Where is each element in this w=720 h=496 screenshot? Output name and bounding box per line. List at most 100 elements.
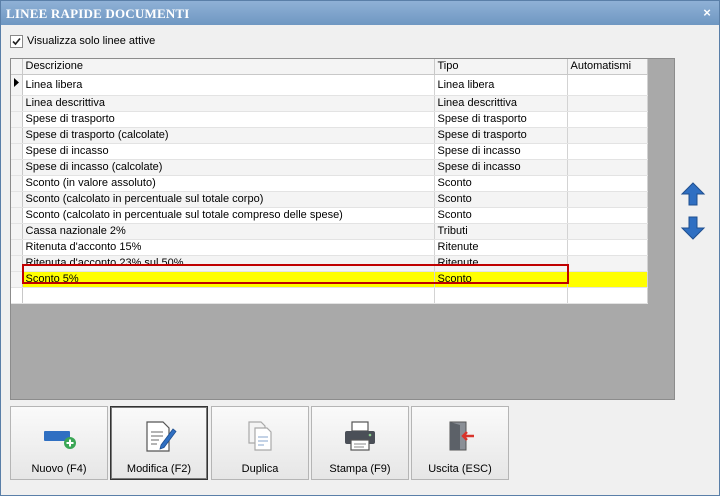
row-indicator-header	[11, 59, 23, 75]
cell-descrizione[interactable]: Spese di trasporto (calcolate)	[22, 127, 435, 144]
move-down-button[interactable]	[680, 215, 706, 241]
cell-tipo[interactable]: Sconto	[434, 207, 568, 224]
cell-tipo[interactable]: Spese di incasso	[434, 159, 568, 176]
cell-automatismi[interactable]	[567, 127, 648, 144]
cell-automatismi[interactable]	[567, 271, 648, 288]
cell-automatismi[interactable]	[567, 175, 648, 192]
duplica-button[interactable]: Duplica	[211, 406, 309, 480]
active-lines-checkbox[interactable]	[10, 34, 23, 48]
cell-tipo[interactable]: Sconto	[434, 175, 568, 192]
cell-tipo[interactable]: Spese di incasso	[434, 143, 568, 160]
table-row[interactable]: Spese di trasporto (calcolate) Spese di t…	[11, 127, 648, 144]
cell-tipo[interactable]: Sconto	[434, 271, 568, 288]
cell-automatismi[interactable]	[567, 223, 648, 240]
row-indicator[interactable]	[11, 207, 23, 224]
table-row[interactable]: Spese di incasso Spese di incasso	[11, 143, 648, 160]
cell-tipo[interactable]	[434, 287, 568, 304]
row-indicator[interactable]	[11, 271, 23, 288]
cell-automatismi[interactable]	[567, 111, 648, 128]
table-row[interactable]: Spese di trasporto Spese di trasporto	[11, 111, 648, 128]
move-up-button[interactable]	[680, 181, 706, 207]
uscita-label: Uscita (ESC)	[428, 463, 492, 475]
arrow-right-icon	[14, 78, 19, 87]
cell-tipo[interactable]: Ritenute	[434, 239, 568, 256]
modifica-button[interactable]: Modifica (F2)	[110, 406, 208, 480]
row-indicator[interactable]	[11, 175, 23, 192]
cell-descrizione[interactable]: Spese di trasporto	[22, 111, 435, 128]
duplicate-icon	[248, 421, 272, 451]
row-indicator[interactable]	[11, 159, 23, 176]
row-indicator[interactable]	[11, 287, 23, 304]
cell-descrizione[interactable]: Spese di incasso (calcolate)	[22, 159, 435, 176]
cell-automatismi[interactable]	[567, 207, 648, 224]
table-row[interactable]: Sconto (in valore assoluto) Sconto	[11, 175, 648, 192]
cell-descrizione[interactable]: Ritenuta d'acconto 15%	[22, 239, 435, 256]
table-row-empty[interactable]	[11, 287, 648, 304]
column-header-tipo[interactable]: Tipo	[434, 59, 568, 75]
row-indicator[interactable]	[11, 127, 23, 144]
cell-tipo[interactable]: Linea descrittiva	[434, 95, 568, 112]
table-row[interactable]: Linea descrittiva Linea descrittiva	[11, 95, 648, 112]
cell-descrizione[interactable]: Sconto (calcolato in percentuale sul tot…	[22, 191, 435, 208]
cell-automatismi[interactable]	[567, 143, 648, 160]
row-indicator[interactable]	[11, 95, 23, 112]
active-lines-label: Visualizza solo linee attive	[27, 35, 156, 47]
table-row[interactable]: Ritenuta d'acconto 23% sul 50% Ritenute	[11, 255, 648, 272]
cell-tipo[interactable]: Spese di trasporto	[434, 111, 568, 128]
cell-automatismi[interactable]	[567, 239, 648, 256]
cell-tipo[interactable]: Sconto	[434, 191, 568, 208]
active-lines-filter[interactable]: Visualizza solo linee attive	[10, 34, 155, 48]
row-indicator[interactable]	[11, 255, 23, 272]
table-row[interactable]: Ritenuta d'acconto 15% Ritenute	[11, 239, 648, 256]
row-indicator[interactable]	[11, 74, 23, 96]
lines-table: Descrizione Tipo Automatismi Linea liber…	[11, 59, 648, 304]
table-row[interactable]: Cassa nazionale 2% Tributi	[11, 223, 648, 240]
table-row[interactable]: Spese di incasso (calcolate) Spese di inc…	[11, 159, 648, 176]
uscita-button[interactable]: Uscita (ESC)	[411, 406, 509, 480]
nuovo-label: Nuovo (F4)	[31, 463, 87, 475]
edit-document-icon	[146, 421, 177, 452]
cell-automatismi[interactable]	[567, 191, 648, 208]
checkmark-icon	[12, 37, 21, 45]
row-indicator[interactable]	[11, 223, 23, 240]
row-indicator[interactable]	[11, 111, 23, 128]
nuovo-button[interactable]: Nuovo (F4)	[10, 406, 108, 480]
cell-automatismi[interactable]	[567, 287, 648, 304]
table-row[interactable]: Linea libera Linea libera	[11, 74, 648, 96]
cell-automatismi[interactable]	[567, 255, 648, 272]
cell-tipo[interactable]: Ritenute	[434, 255, 568, 272]
table-row[interactable]: Sconto (calcolato in percentuale sul tot…	[11, 207, 648, 224]
row-indicator[interactable]	[11, 191, 23, 208]
lines-grid[interactable]: Descrizione Tipo Automatismi Linea liber…	[10, 58, 675, 400]
cell-tipo[interactable]: Linea libera	[434, 74, 568, 96]
arrow-up-icon	[680, 182, 706, 206]
cell-descrizione[interactable]: Sconto (calcolato in percentuale sul tot…	[22, 207, 435, 224]
arrow-down-icon	[680, 216, 706, 240]
cell-descrizione[interactable]: Linea descrittiva	[22, 95, 435, 112]
cell-descrizione[interactable]: Sconto 5%	[22, 271, 435, 288]
cell-automatismi[interactable]	[567, 74, 648, 96]
cell-automatismi[interactable]	[567, 159, 648, 176]
row-indicator[interactable]	[11, 143, 23, 160]
cell-tipo[interactable]: Spese di trasporto	[434, 127, 568, 144]
cell-automatismi[interactable]	[567, 95, 648, 112]
stampa-label: Stampa (F9)	[329, 463, 391, 475]
cell-tipo[interactable]: Tributi	[434, 223, 568, 240]
stampa-button[interactable]: Stampa (F9)	[311, 406, 409, 480]
exit-door-icon	[449, 421, 474, 451]
column-header-descrizione[interactable]: Descrizione	[22, 59, 435, 75]
cell-descrizione[interactable]: Spese di incasso	[22, 143, 435, 160]
close-button[interactable]: ×	[699, 5, 715, 21]
cell-descrizione[interactable]: Cassa nazionale 2%	[22, 223, 435, 240]
cell-descrizione[interactable]: Ritenuta d'acconto 23% sul 50%	[22, 255, 435, 272]
title-bar[interactable]: LINEE RAPIDE DOCUMENTI ×	[1, 1, 719, 25]
duplica-label: Duplica	[241, 463, 279, 475]
column-header-automatismi[interactable]: Automatismi	[567, 59, 648, 75]
cell-descrizione[interactable]	[22, 287, 435, 304]
grid-header: Descrizione Tipo Automatismi	[11, 59, 648, 75]
cell-descrizione[interactable]: Linea libera	[22, 74, 435, 96]
table-row-selected[interactable]: Sconto 5% Sconto	[11, 271, 648, 288]
cell-descrizione[interactable]: Sconto (in valore assoluto)	[22, 175, 435, 192]
table-row[interactable]: Sconto (calcolato in percentuale sul tot…	[11, 191, 648, 208]
row-indicator[interactable]	[11, 239, 23, 256]
